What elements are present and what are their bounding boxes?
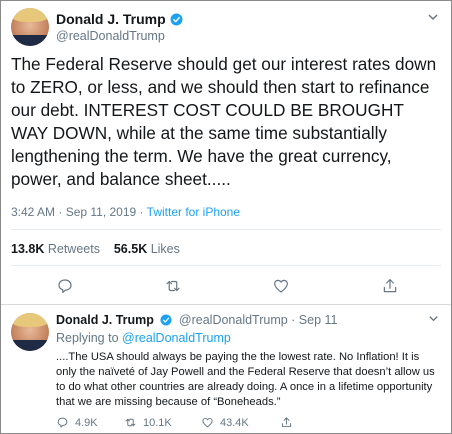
replying-to-link[interactable]: @realDonaldTrump (122, 331, 231, 345)
retweets-count[interactable]: 13.8K (11, 242, 44, 256)
likes-count[interactable]: 56.5K (114, 242, 147, 256)
chevron-down-icon[interactable] (427, 11, 439, 23)
reply-handle-date[interactable]: @realDonaldTrump · Sep 11 (179, 313, 338, 327)
reply-icon[interactable] (56, 277, 74, 295)
tweet-timestamp[interactable]: 3:42 AM · Sep 11, 2019 · (11, 205, 147, 219)
share-button[interactable] (280, 416, 299, 429)
avatar[interactable] (11, 313, 49, 351)
tweet-stats: 13.8K Retweets 56.5K Likes (11, 242, 180, 256)
reply-author-name[interactable]: Donald J. Trump (56, 313, 154, 327)
share-icon[interactable] (381, 277, 399, 295)
reply-actions: 4.9K 10.1K 43.4K (56, 416, 436, 430)
verified-badge-icon (160, 314, 172, 326)
replying-to: Replying to @realDonaldTrump (56, 331, 231, 345)
retweet-button[interactable]: 10.1K (124, 416, 172, 429)
reply-icon (57, 417, 68, 428)
like-button[interactable]: 43.4K (201, 416, 249, 429)
chevron-down-icon[interactable] (428, 313, 439, 324)
tweet-actions (1, 277, 451, 295)
reply-text: ....The USA should always be paying the … (56, 351, 435, 408)
retweet-count: 10.1K (143, 416, 172, 429)
retweets-label[interactable]: Retweets (48, 242, 100, 256)
reply-count: 4.9K (75, 416, 98, 429)
author-handle[interactable]: @realDonaldTrump (56, 29, 165, 43)
retweet-icon[interactable] (164, 277, 182, 295)
tweet-source[interactable]: Twitter for iPhone (147, 205, 240, 219)
main-tweet: Donald J. Trump @realDonaldTrump The Fed… (1, 1, 451, 303)
tweet-text: The Federal Reserve should get our inter… (11, 54, 437, 189)
screenshot-frame: Donald J. Trump @realDonaldTrump The Fed… (0, 0, 452, 434)
avatar[interactable] (11, 8, 49, 46)
share-icon (281, 417, 292, 428)
tweet-meta: 3:42 AM · Sep 11, 2019 · Twitter for iPh… (11, 205, 240, 219)
author-name[interactable]: Donald J. Trump (56, 11, 166, 27)
retweet-icon (125, 418, 136, 427)
like-icon (202, 417, 213, 428)
replying-prefix: Replying to (56, 331, 123, 345)
likes-label[interactable]: Likes (151, 242, 180, 256)
verified-badge-icon (170, 13, 183, 25)
reply-button[interactable]: 4.9K (56, 416, 98, 429)
divider (11, 265, 441, 266)
reply-tweet[interactable]: Donald J. Trump @realDonaldTrump · Sep 1… (1, 305, 451, 433)
reply-author-row: Donald J. Trump @realDonaldTrump · Sep 1… (56, 313, 338, 327)
author-row: Donald J. Trump (56, 11, 183, 27)
divider (11, 229, 441, 230)
like-count: 43.4K (220, 416, 249, 429)
like-icon[interactable] (272, 277, 290, 295)
